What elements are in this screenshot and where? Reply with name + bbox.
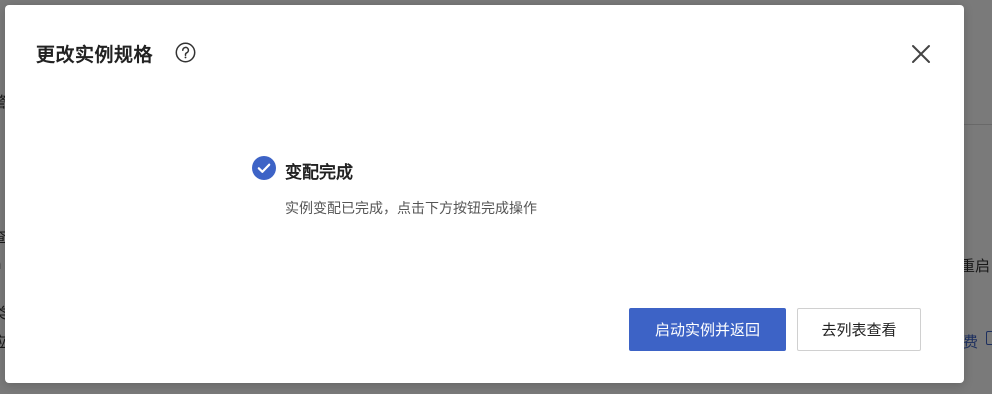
go-to-list-button[interactable]: 去列表查看 — [797, 308, 921, 351]
status-title: 变配完成 — [285, 163, 353, 183]
change-spec-dialog: 更改实例规格 变配完成 实例变配已完成，点击下方按钮完成操作 启动实例并返回 去… — [5, 5, 964, 383]
close-icon[interactable] — [909, 42, 933, 66]
dialog-title: 更改实例规格 — [36, 44, 154, 66]
question-circle-icon[interactable] — [175, 42, 196, 63]
start-instance-and-return-button[interactable]: 启动实例并返回 — [629, 308, 786, 351]
check-circle-icon — [252, 156, 276, 180]
status-description: 实例变配已完成，点击下方按钮完成操作 — [285, 201, 537, 217]
